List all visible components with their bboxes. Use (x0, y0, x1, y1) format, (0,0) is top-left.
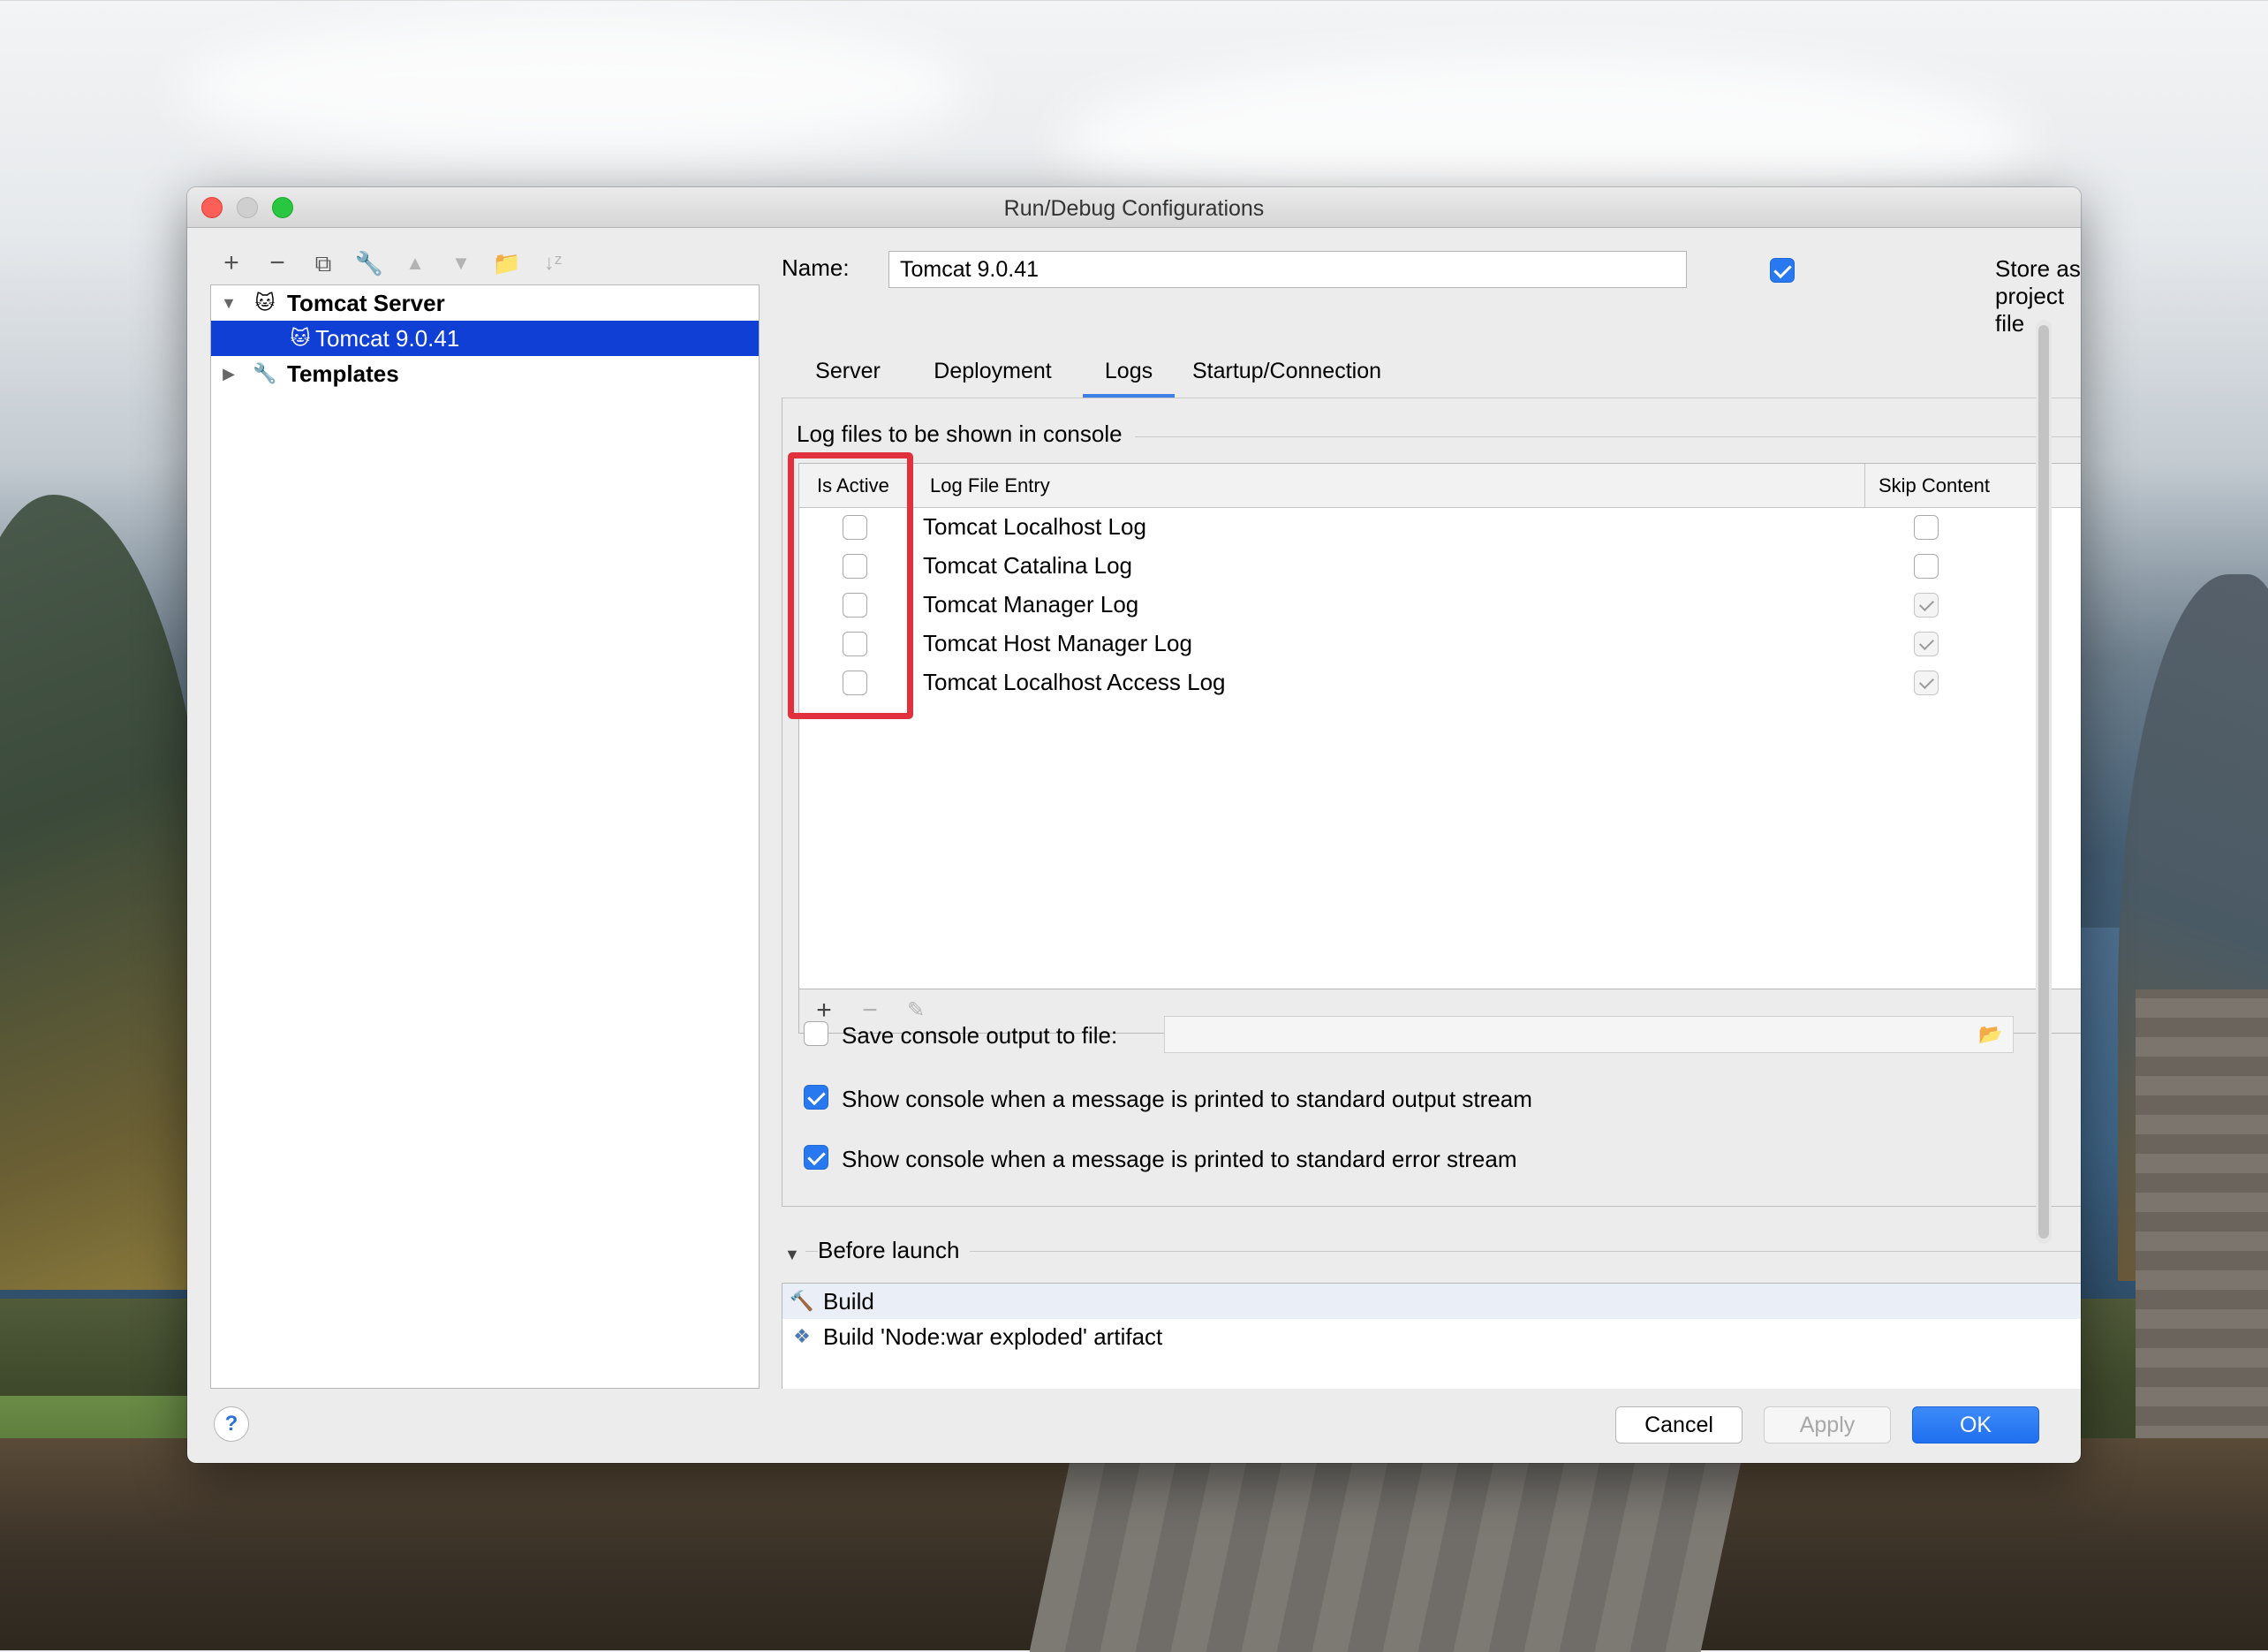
save-console-checkbox[interactable] (804, 1021, 828, 1046)
tree-item-label: Templates (287, 360, 399, 387)
log-file-entry: Tomcat Localhost Access Log (923, 669, 1226, 695)
tree-item-tomcat-server[interactable]: ▼ 🐱 Tomcat Server (211, 285, 759, 321)
log-file-entry: Tomcat Localhost Log (923, 513, 1146, 540)
arrow-up-icon[interactable]: ▲ (397, 246, 433, 281)
folder-open-icon[interactable]: 📂 (1977, 1022, 2004, 1047)
config-tree: ▼ 🐱 Tomcat Server 🐱 Tomcat 9.0.41 ▶ 🔧 Te… (210, 284, 760, 1389)
table-row[interactable]: Tomcat Localhost Log (799, 508, 2081, 547)
list-item[interactable]: 🔨 Build (782, 1284, 2081, 1319)
chevron-down-icon[interactable]: ▼ (220, 285, 238, 321)
log-file-entry: Tomcat Host Manager Log (923, 630, 1192, 656)
is-active-highlight-box (788, 452, 913, 719)
show-stdout-checkbox[interactable] (804, 1085, 828, 1110)
before-launch-title[interactable]: Before launch (818, 1237, 971, 1264)
save-console-label: Save console output to file: (842, 1022, 1118, 1049)
name-input[interactable] (888, 251, 1687, 288)
artifact-icon: ❖ (793, 1325, 811, 1347)
table-row[interactable]: Tomcat Host Manager Log (799, 625, 2081, 663)
tomcat-config-icon: 🐱 (290, 327, 311, 349)
tab-server[interactable]: Server (793, 352, 903, 398)
minus-icon[interactable]: − (260, 246, 295, 281)
show-stdout-label: Show console when a message is printed t… (842, 1086, 1532, 1112)
scrollbar-thumb[interactable] (2038, 325, 2049, 1239)
tree-item-label: Tomcat 9.0.41 (315, 325, 460, 352)
skip-content-checkbox[interactable] (1914, 671, 1939, 695)
plus-icon[interactable]: + (214, 246, 249, 281)
show-stderr-checkbox[interactable] (804, 1145, 828, 1170)
name-label: Name: (782, 254, 850, 281)
wrench-icon[interactable]: 🔧 (352, 246, 387, 281)
list-item-label: Build 'Node:war exploded' artifact (823, 1323, 1163, 1350)
run-debug-dialog: Run/Debug Configurations + − ⧉ 🔧 ▲ ▼ 📁 ↓… (187, 187, 2081, 1463)
table-row[interactable]: Tomcat Catalina Log (799, 547, 2081, 586)
skip-content-checkbox[interactable] (1914, 515, 1939, 540)
skip-content-checkbox[interactable] (1914, 632, 1939, 656)
tab-logs[interactable]: Logs (1083, 352, 1175, 398)
copy-icon[interactable]: ⧉ (306, 246, 341, 281)
sort-icon[interactable]: ↓ᶻ (535, 246, 571, 281)
save-console-file-input[interactable]: 📂 (1164, 1016, 2014, 1053)
table-row[interactable]: Tomcat Manager Log (799, 586, 2081, 625)
hammer-icon: 🔨 (790, 1290, 814, 1312)
log-files-table: Is Active Log File Entry Skip Content To… (798, 463, 2081, 989)
column-header-skip-content[interactable]: Skip Content (1879, 464, 1990, 508)
log-files-section-title: Log files to be shown in console (797, 421, 1135, 448)
apply-button[interactable]: Apply (1764, 1406, 1891, 1444)
arrow-down-icon[interactable]: ▼ (443, 246, 479, 281)
log-file-entry: Tomcat Manager Log (923, 591, 1139, 618)
store-as-project-checkbox[interactable] (1770, 258, 1795, 283)
before-launch-divider (805, 1251, 2081, 1252)
window-title: Run/Debug Configurations (1003, 196, 1265, 221)
chevron-down-icon[interactable]: ▼ (784, 1246, 800, 1264)
log-file-entry: Tomcat Catalina Log (923, 552, 1133, 579)
ok-button[interactable]: OK (1912, 1406, 2039, 1444)
skip-content-checkbox[interactable] (1914, 593, 1939, 618)
before-launch-list: 🔨 Build ❖ Build 'Node:war exploded' arti… (782, 1283, 2081, 1389)
help-button[interactable]: ? (214, 1406, 249, 1442)
table-header: Is Active Log File Entry Skip Content (799, 464, 2081, 508)
new-folder-icon[interactable]: 📁 (489, 246, 525, 281)
title-bar: Run/Debug Configurations (187, 187, 2081, 228)
skip-content-checkbox[interactable] (1914, 554, 1939, 579)
list-item-label: Build (823, 1288, 874, 1315)
table-row[interactable]: Tomcat Localhost Access Log (799, 663, 2081, 702)
tab-startup-connection[interactable]: Startup/Connection (1185, 352, 1388, 398)
tree-item-label: Tomcat Server (287, 290, 445, 316)
chevron-right-icon[interactable]: ▶ (220, 356, 238, 391)
show-stderr-label: Show console when a message is printed t… (842, 1146, 1517, 1172)
tab-deployment[interactable]: Deployment (913, 352, 1072, 398)
wrench-icon: 🔧 (253, 362, 277, 384)
cancel-button[interactable]: Cancel (1615, 1406, 1743, 1444)
tree-item-templates[interactable]: ▶ 🔧 Templates (211, 356, 759, 391)
column-header-log-file-entry[interactable]: Log File Entry (930, 464, 1050, 508)
tomcat-icon: 🐱 (254, 292, 276, 314)
list-item[interactable]: ❖ Build 'Node:war exploded' artifact (782, 1319, 2081, 1354)
tree-item-tomcat-9[interactable]: 🐱 Tomcat 9.0.41 (211, 321, 759, 356)
